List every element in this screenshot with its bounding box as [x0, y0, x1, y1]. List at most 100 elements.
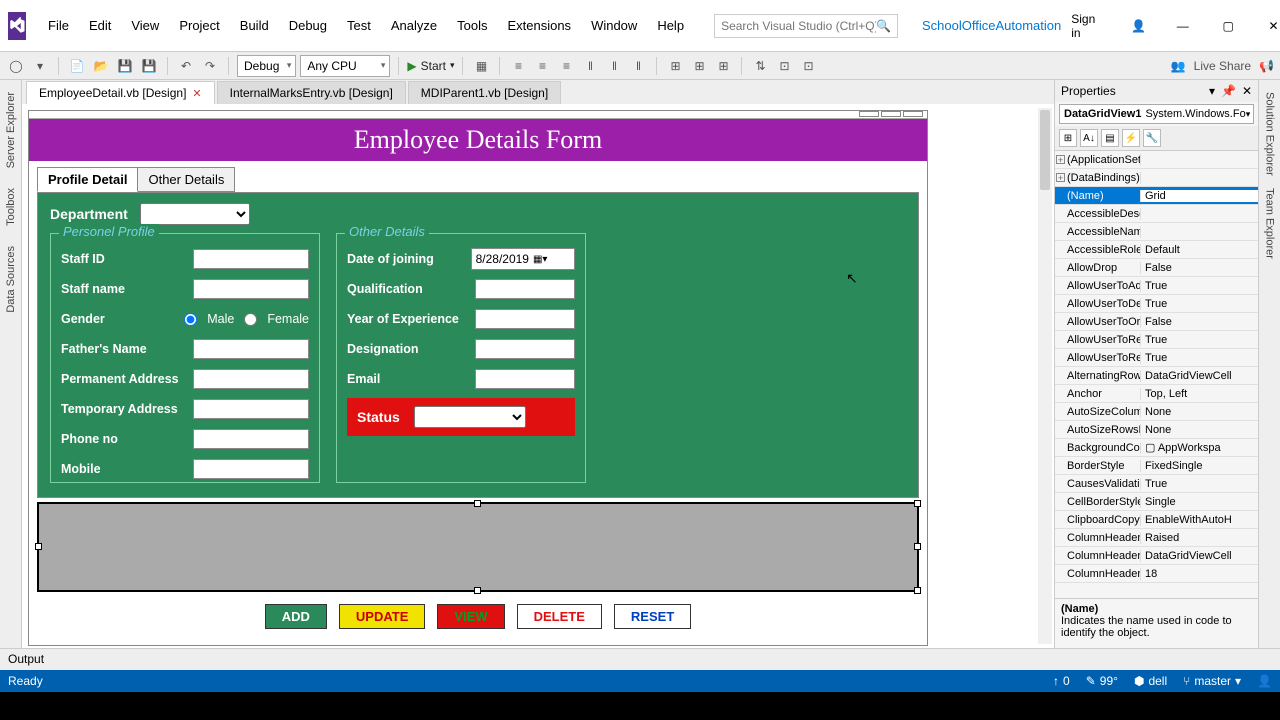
menu-project[interactable]: Project — [169, 12, 229, 39]
layout-icon-3[interactable]: ≡ — [556, 56, 576, 76]
property-row[interactable]: AllowUserToReTrue — [1055, 331, 1258, 349]
events-icon[interactable]: ⚡ — [1122, 129, 1140, 147]
property-value[interactable]: Single — [1141, 496, 1258, 508]
menu-edit[interactable]: Edit — [79, 12, 121, 39]
tab-employee-detail[interactable]: EmployeeDetail.vb [Design]✕ — [26, 81, 215, 104]
property-row[interactable]: +(DataBindings) — [1055, 169, 1258, 187]
save-icon[interactable]: 💾 — [115, 56, 135, 76]
window-close[interactable]: ✕ — [1255, 11, 1280, 41]
nav-back-icon[interactable]: ◯ — [6, 56, 26, 76]
output-window-tab[interactable]: Output — [0, 648, 1280, 670]
resize-handle[interactable] — [474, 587, 481, 594]
property-row[interactable]: ColumnHeaderRaised — [1055, 529, 1258, 547]
phone-input[interactable] — [193, 429, 309, 449]
layout-icon-11[interactable]: ⊡ — [774, 56, 794, 76]
property-value[interactable]: True — [1141, 352, 1258, 364]
liveshare-button[interactable]: Live Share — [1194, 59, 1251, 73]
property-value[interactable]: True — [1141, 280, 1258, 292]
signin-link[interactable]: Sign in — [1061, 4, 1113, 48]
property-row[interactable]: AllowUserToReTrue — [1055, 349, 1258, 367]
status-publish[interactable]: ↑ 0 — [1053, 674, 1070, 688]
gender-male-radio[interactable] — [184, 313, 197, 326]
align-icon[interactable]: ▦ — [471, 56, 491, 76]
property-row[interactable]: ColumnHeader18 — [1055, 565, 1258, 583]
close-panel-icon[interactable]: ✕ — [1242, 84, 1252, 98]
property-value[interactable]: None — [1141, 424, 1258, 436]
redo-icon[interactable]: ↷ — [200, 56, 220, 76]
menu-debug[interactable]: Debug — [279, 12, 337, 39]
perm-addr-input[interactable] — [193, 369, 309, 389]
open-icon[interactable]: 📂 — [91, 56, 111, 76]
layout-icon-7[interactable]: ⊞ — [665, 56, 685, 76]
property-value[interactable]: Grid — [1141, 190, 1258, 202]
menu-test[interactable]: Test — [337, 12, 381, 39]
property-value[interactable]: Top, Left — [1141, 388, 1258, 400]
property-value[interactable]: ▢ AppWorkspa — [1141, 441, 1258, 454]
property-row[interactable]: ClipboardCopyEnableWithAutoH — [1055, 511, 1258, 529]
staff-name-input[interactable] — [193, 279, 309, 299]
expand-icon[interactable]: + — [1056, 173, 1065, 182]
menu-extensions[interactable]: Extensions — [497, 12, 581, 39]
datagridview[interactable] — [37, 502, 919, 592]
toolbox-tab[interactable]: Toolbox — [3, 182, 19, 232]
search-input[interactable] — [721, 19, 876, 33]
property-row[interactable]: CellBorderStyleSingle — [1055, 493, 1258, 511]
object-selector[interactable]: DataGridView1System.Windows.Fo — [1059, 104, 1254, 124]
layout-icon-5[interactable]: ‖ — [604, 56, 624, 76]
property-row[interactable]: AlternatingRowDataGridViewCell — [1055, 367, 1258, 385]
expand-icon[interactable]: + — [1056, 155, 1065, 164]
delete-button[interactable]: DELETE — [517, 604, 602, 629]
layout-icon-1[interactable]: ≡ — [508, 56, 528, 76]
property-row[interactable]: ColumnHeaderDataGridViewCell — [1055, 547, 1258, 565]
tab-internal-marks[interactable]: InternalMarksEntry.vb [Design] — [217, 81, 406, 104]
update-button[interactable]: UPDATE — [339, 604, 425, 629]
layout-icon-6[interactable]: ‖ — [628, 56, 648, 76]
menu-analyze[interactable]: Analyze — [381, 12, 447, 39]
layout-icon-4[interactable]: ‖ — [580, 56, 600, 76]
resize-handle[interactable] — [914, 543, 921, 550]
quicklaunch-search[interactable]: 🔍 — [714, 14, 898, 38]
temp-addr-input[interactable] — [193, 399, 309, 419]
property-row[interactable]: BackgroundCol▢ AppWorkspa — [1055, 439, 1258, 457]
menu-window[interactable]: Window — [581, 12, 647, 39]
feedback-icon[interactable]: 📢 — [1259, 59, 1274, 73]
yoe-input[interactable] — [475, 309, 575, 329]
property-value[interactable]: DataGridViewCell — [1141, 550, 1258, 562]
layout-icon-10[interactable]: ⇅ — [750, 56, 770, 76]
property-value[interactable]: False — [1141, 316, 1258, 328]
property-row[interactable]: (Name)Grid — [1055, 187, 1258, 205]
user-icon[interactable]: 👤 — [1121, 11, 1156, 41]
status-notifications[interactable]: 👤 — [1257, 674, 1272, 688]
property-value[interactable]: True — [1141, 478, 1258, 490]
property-row[interactable]: +(ApplicationSet — [1055, 151, 1258, 169]
menu-tools[interactable]: Tools — [447, 12, 497, 39]
window-minimize[interactable]: — — [1164, 11, 1201, 41]
menu-file[interactable]: File — [38, 12, 79, 39]
property-value[interactable]: Raised — [1141, 532, 1258, 544]
property-value[interactable]: 18 — [1141, 568, 1258, 580]
property-value[interactable]: DataGridViewCell — [1141, 370, 1258, 382]
property-row[interactable]: AccessibleRoleDefault — [1055, 241, 1258, 259]
add-button[interactable]: ADD — [265, 604, 327, 629]
resize-handle[interactable] — [914, 587, 921, 594]
resize-handle[interactable] — [474, 500, 481, 507]
resize-handle[interactable] — [914, 500, 921, 507]
father-name-input[interactable] — [193, 339, 309, 359]
config-combo[interactable]: Debug — [237, 55, 296, 77]
property-row[interactable]: CausesValidatioTrue — [1055, 475, 1258, 493]
close-icon[interactable]: ✕ — [192, 87, 201, 100]
department-combo[interactable] — [140, 203, 250, 225]
platform-combo[interactable]: Any CPU — [300, 55, 390, 77]
tab-profile-detail[interactable]: Profile Detail — [37, 167, 138, 192]
menu-build[interactable]: Build — [230, 12, 279, 39]
property-value[interactable]: Default — [1141, 244, 1258, 256]
property-value[interactable]: False — [1141, 262, 1258, 274]
server-explorer-tab[interactable]: Server Explorer — [3, 86, 19, 174]
alphabetical-icon[interactable]: A↓ — [1080, 129, 1098, 147]
designer-surface[interactable]: ↖ Employee Details Form Profile Detail O… — [22, 104, 1054, 648]
property-value[interactable]: True — [1141, 298, 1258, 310]
mobile-input[interactable] — [193, 459, 309, 479]
categorized-icon[interactable]: ⊞ — [1059, 129, 1077, 147]
property-row[interactable]: AutoSizeColumNone — [1055, 403, 1258, 421]
property-row[interactable]: AllowUserToAdTrue — [1055, 277, 1258, 295]
